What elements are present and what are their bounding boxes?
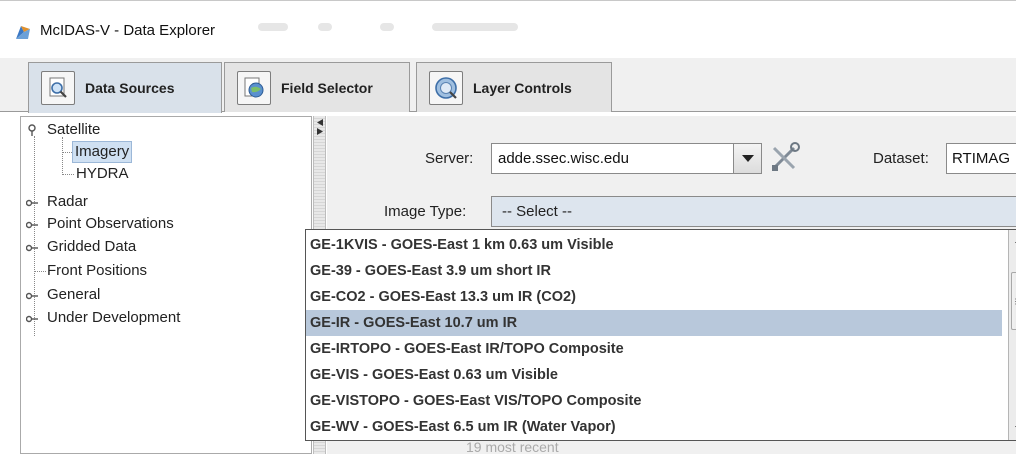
tab-label: Layer Controls xyxy=(473,79,572,96)
dropdown-option[interactable]: GE-IRTOPO - GOES-East IR/TOPO Composite xyxy=(306,336,1002,362)
layers-icon xyxy=(429,70,463,105)
server-dropdown-button[interactable] xyxy=(733,144,761,173)
dropdown-scrollbar[interactable] xyxy=(1008,230,1016,440)
image-type-dropdown-list[interactable]: GE-1KVIS - GOES-East 1 km 0.63 um Visibl… xyxy=(305,229,1016,441)
blurred-title-area xyxy=(318,23,332,31)
tree-connector xyxy=(34,136,35,336)
manage-servers-tools-icon[interactable] xyxy=(768,140,802,174)
tab-field-selector[interactable]: Field Selector xyxy=(224,62,410,112)
dataset-label: Dataset: xyxy=(873,150,929,167)
partially-hidden-text: 19 most recent xyxy=(466,439,559,454)
dataset-value: RTIMAG xyxy=(952,150,1011,167)
blurred-title-area xyxy=(258,23,288,31)
blurred-title-area xyxy=(380,23,394,31)
scroll-up-button[interactable] xyxy=(1009,230,1016,248)
tab-data-sources[interactable]: Data Sources xyxy=(28,62,222,113)
data-source-tree[interactable]: Satellite Imagery HYDRA Radar Point Obse… xyxy=(20,116,312,454)
tree-expanded-handle-icon[interactable] xyxy=(27,124,39,136)
window-titlebar: McIDAS-V - Data Explorer xyxy=(0,0,1016,58)
image-type-label: Image Type: xyxy=(384,203,467,220)
tree-item-general[interactable]: General xyxy=(43,284,104,306)
tree-collapsed-handle-icon[interactable] xyxy=(26,197,38,209)
tab-label: Field Selector xyxy=(281,79,373,96)
tab-label: Data Sources xyxy=(85,80,175,96)
tree-item-gridded-data[interactable]: Gridded Data xyxy=(43,236,140,258)
tree-item-under-development[interactable]: Under Development xyxy=(43,307,184,329)
tree-item-point-observations[interactable]: Point Observations xyxy=(43,213,178,235)
chevron-down-icon xyxy=(741,154,754,162)
mcidas-app-icon xyxy=(16,26,30,39)
dropdown-option[interactable]: GE-WV - GOES-East 6.5 um IR (Water Vapor… xyxy=(306,414,1002,440)
expand-right-arrow-icon[interactable] xyxy=(316,128,324,135)
tree-collapsed-handle-icon[interactable] xyxy=(26,290,38,302)
dropdown-option-selected[interactable]: GE-IR - GOES-East 10.7 um IR xyxy=(306,310,1002,336)
server-label: Server: xyxy=(425,150,474,167)
blurred-title-area xyxy=(432,23,518,31)
tab-strip: Data Sources Field Selector Layer Contro… xyxy=(0,58,1016,113)
collapse-left-arrow-icon[interactable] xyxy=(316,119,324,126)
server-value: adde.ssec.wisc.edu xyxy=(498,150,629,167)
image-type-select[interactable]: -- Select -- xyxy=(491,196,1016,227)
dropdown-option[interactable]: GE-CO2 - GOES-East 13.3 um IR (CO2) xyxy=(306,284,1002,310)
window-title: McIDAS-V - Data Explorer xyxy=(40,22,216,39)
scrollbar-thumb[interactable] xyxy=(1011,272,1016,330)
dropdown-option[interactable]: GE-VISTOPO - GOES-East VIS/TOPO Composit… xyxy=(306,388,1002,414)
dropdown-option[interactable]: GE-1KVIS - GOES-East 1 km 0.63 um Visibl… xyxy=(306,232,1002,258)
tree-item-hydra[interactable]: HYDRA xyxy=(72,163,133,185)
tree-item-radar[interactable]: Radar xyxy=(43,191,92,213)
image-type-value: -- Select -- xyxy=(502,203,573,220)
server-select[interactable]: adde.ssec.wisc.edu xyxy=(491,143,762,174)
magnifier-icon xyxy=(41,71,75,105)
globe-icon xyxy=(237,70,271,105)
tree-collapsed-handle-icon[interactable] xyxy=(26,242,38,254)
dropdown-option[interactable]: GE-39 - GOES-East 3.9 um short IR xyxy=(306,258,1002,284)
tree-item-satellite[interactable]: Satellite xyxy=(43,119,104,141)
tree-collapsed-handle-icon[interactable] xyxy=(26,313,38,325)
tree-collapsed-handle-icon[interactable] xyxy=(26,219,38,231)
tree-item-front-positions[interactable]: Front Positions xyxy=(43,260,151,282)
tab-layer-controls[interactable]: Layer Controls xyxy=(416,62,612,112)
tree-item-imagery[interactable]: Imagery xyxy=(72,141,133,163)
scroll-down-button[interactable] xyxy=(1009,420,1016,438)
dropdown-option[interactable]: GE-VIS - GOES-East 0.63 um Visible xyxy=(306,362,1002,388)
tree-connector xyxy=(62,137,63,175)
dataset-select[interactable]: RTIMAG xyxy=(946,143,1016,174)
